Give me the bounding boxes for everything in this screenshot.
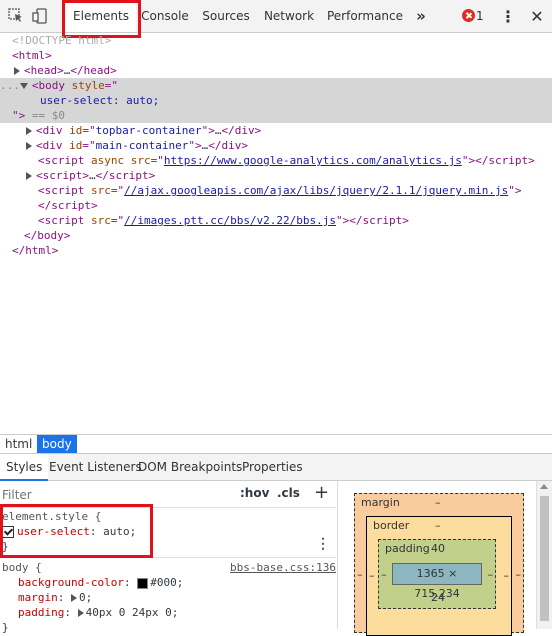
body-attr-close: "> [12,109,26,122]
div-main-node[interactable]: <div id="main-container">…</div> [0,138,552,153]
html-close-tag: </html> [12,244,59,257]
class-toggle[interactable]: .cls [277,486,300,500]
padding-label: padding [385,542,430,555]
padding-top-value[interactable]: 40 [431,542,445,555]
device-toolbar-icon[interactable] [32,8,48,24]
body-rule-close: } [2,621,9,634]
border-right-value[interactable]: – [504,569,510,582]
body-prop-margin[interactable]: margin: 0; [18,590,92,605]
new-style-rule-button[interactable]: + [314,482,329,503]
script-jquery-close: </script> [38,199,98,212]
sidebar-tabs: Styles Event Listeners DOM Breakpoints P… [0,453,552,481]
expand-triangle-icon[interactable] [26,172,32,180]
styles-filter-input[interactable] [0,484,204,506]
tab-console[interactable]: Console [136,0,194,32]
margin-label: margin [361,496,400,509]
div-topbar-node[interactable]: <div id="topbar-container">…</div> [0,123,552,138]
body-prop-background[interactable]: background-color: #000; [18,575,183,590]
head-close-tag: </head> [70,64,117,77]
box-model-diagram: margin – – – border – – – padding 40 – –… [337,481,552,636]
border-top-value[interactable]: – [435,519,441,532]
html-close-node[interactable]: </html> [0,243,552,258]
padding-right-value[interactable]: – [488,568,494,581]
body-node-end-line[interactable]: "> == $0 [0,108,552,123]
border-left-value[interactable]: – [369,569,375,582]
doctype-node[interactable]: <!DOCTYPE html> [0,33,552,48]
script-analytics-node[interactable]: <script async src="https://www.google-an… [0,153,552,168]
body-rule-source-link[interactable]: bbs-base.css:136 [230,560,336,575]
tab-styles[interactable]: Styles [0,454,49,481]
margin-top-value[interactable]: – [435,496,441,509]
div-topbar-id: topbar-container [95,124,202,137]
doctype-text: <!DOCTYPE html> [12,34,112,47]
expand-triangle-icon[interactable] [26,127,32,135]
head-node[interactable]: <head>…</head> [0,63,552,78]
error-icon[interactable] [462,9,475,22]
body-rule-selector: body { [2,561,42,574]
body-style-value: user-select: auto; [40,94,160,107]
margin-left-value[interactable]: – [357,568,363,581]
padding-left-value[interactable]: – [381,568,387,581]
margin-right-value[interactable]: – [516,568,522,581]
script-jquery-link[interactable]: //ajax.googleapis.com/ajax/libs/jquery/2… [124,184,508,197]
devtools-menu-button[interactable]: ⋮ [500,0,516,32]
head-open-tag: <head> [24,64,64,77]
scrollbar-thumb[interactable] [540,496,549,621]
body-attr-eq: =" [104,79,118,92]
close-devtools-button[interactable]: ✕ [528,0,546,32]
box-model-scrollbar[interactable] [536,481,552,629]
breadcrumb-html[interactable]: html [0,435,37,453]
body-open-tag: <body [31,79,65,92]
dom-tree: <!DOCTYPE html> <html> <head>…</head> ..… [0,33,552,258]
color-swatch[interactable] [137,577,149,589]
script-jquery-node[interactable]: <script src="//ajax.googleapis.com/ajax/… [0,183,552,198]
hover-state-toggle[interactable]: :hov [240,486,269,500]
div-main-id: main-container [95,139,189,152]
body-close-tag: </body> [24,229,71,242]
body-prop-padding[interactable]: padding: 40px 0 24px 0; [18,605,178,620]
script-analytics-link[interactable]: https://www.google-analytics.com/analyti… [164,154,462,167]
body-dots: ... [0,79,20,92]
style-more-menu-icon[interactable]: ⋮ [316,536,330,552]
body-style-attr: style [71,79,105,92]
border-label: border [373,519,410,532]
content-size-value[interactable]: 1365 × 715.234 [414,567,460,600]
collapse-triangle-icon[interactable] [19,83,28,89]
breadcrumb-body[interactable]: body [37,435,77,453]
expand-triangle-icon[interactable] [77,609,84,617]
scroll-up-arrow-icon[interactable] [540,484,548,489]
content-box[interactable]: 1365 × 715.234 [392,563,482,600]
inspect-element-icon[interactable] [8,8,24,24]
html-open-tag: <html> [12,49,52,62]
tab-properties[interactable]: Properties [236,454,309,481]
html-node[interactable]: <html> [0,48,552,63]
script-bbs-node[interactable]: <script src="//images.ptt.cc/bbs/v2.22/b… [0,213,552,228]
body-style-value-line[interactable]: user-select: auto; [0,93,552,108]
tab-network[interactable]: Network [258,0,320,32]
body-close-node[interactable]: </body> [0,228,552,243]
tab-performance[interactable]: Performance [324,0,406,32]
error-count[interactable]: 1 [476,0,486,32]
expand-triangle-icon[interactable] [14,67,20,75]
body-node-selected[interactable]: ... <body style=" [0,78,552,93]
tab-dom-breakpoints[interactable]: DOM Breakpoints [132,454,248,481]
script-inline-node[interactable]: <script>…</script> [0,168,552,183]
more-tabs-button[interactable]: » [410,0,432,32]
expand-triangle-icon[interactable] [71,594,77,602]
breadcrumb: html body [0,434,552,453]
tab-sources[interactable]: Sources [196,0,256,32]
selected-marker: == $0 [31,109,65,122]
element-style-highlight [0,504,153,558]
expand-triangle-icon[interactable] [26,142,32,150]
script-bbs-link[interactable]: //images.ptt.cc/bbs/v2.22/bbs.js [124,214,336,227]
